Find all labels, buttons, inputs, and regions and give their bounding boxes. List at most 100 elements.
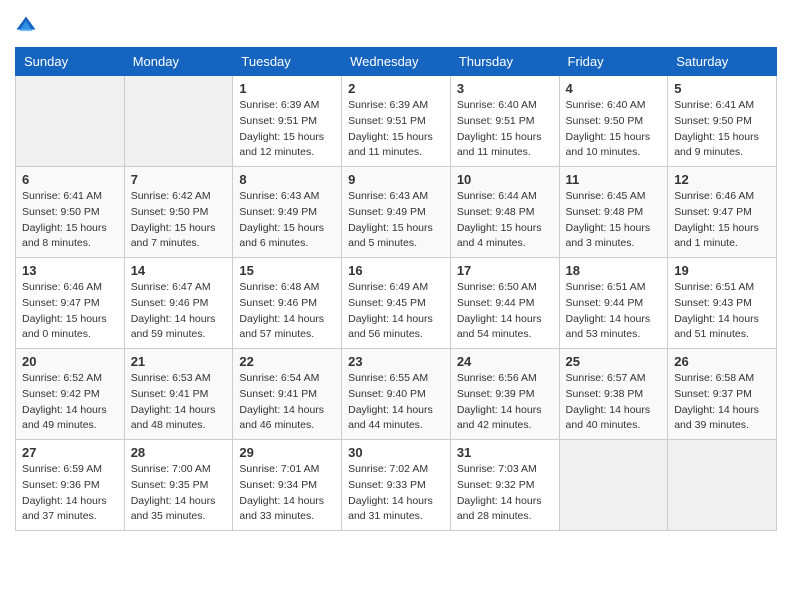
daylight-text: Daylight: 14 hours and 44 minutes. [348,403,444,435]
day-info: Sunrise: 6:56 AM Sunset: 9:39 PM Dayligh… [457,371,553,434]
daylight-text: Daylight: 15 hours and 6 minutes. [239,221,335,253]
day-info: Sunrise: 6:59 AM Sunset: 9:36 PM Dayligh… [22,462,118,525]
sunrise-text: Sunrise: 6:46 AM [22,280,118,296]
sunset-text: Sunset: 9:38 PM [566,387,662,403]
calendar-cell: 14 Sunrise: 6:47 AM Sunset: 9:46 PM Dayl… [124,258,233,349]
day-number: 22 [239,354,335,369]
daylight-text: Daylight: 14 hours and 57 minutes. [239,312,335,344]
calendar-cell: 19 Sunrise: 6:51 AM Sunset: 9:43 PM Dayl… [668,258,777,349]
calendar-cell: 18 Sunrise: 6:51 AM Sunset: 9:44 PM Dayl… [559,258,668,349]
weekday-header: Thursday [450,48,559,76]
day-number: 19 [674,263,770,278]
page-header [15,15,777,37]
logo [15,15,41,37]
sunset-text: Sunset: 9:45 PM [348,296,444,312]
day-number: 27 [22,445,118,460]
sunrise-text: Sunrise: 7:01 AM [239,462,335,478]
weekday-header: Wednesday [342,48,451,76]
sunrise-text: Sunrise: 6:44 AM [457,189,553,205]
sunrise-text: Sunrise: 6:52 AM [22,371,118,387]
day-number: 6 [22,172,118,187]
daylight-text: Daylight: 15 hours and 3 minutes. [566,221,662,253]
logo-icon [15,15,37,37]
day-info: Sunrise: 7:03 AM Sunset: 9:32 PM Dayligh… [457,462,553,525]
day-number: 28 [131,445,227,460]
calendar-cell [559,440,668,531]
daylight-text: Daylight: 15 hours and 9 minutes. [674,130,770,162]
calendar-cell [668,440,777,531]
day-info: Sunrise: 7:01 AM Sunset: 9:34 PM Dayligh… [239,462,335,525]
sunset-text: Sunset: 9:43 PM [674,296,770,312]
sunrise-text: Sunrise: 6:55 AM [348,371,444,387]
calendar-cell: 3 Sunrise: 6:40 AM Sunset: 9:51 PM Dayli… [450,76,559,167]
daylight-text: Daylight: 15 hours and 4 minutes. [457,221,553,253]
daylight-text: Daylight: 14 hours and 42 minutes. [457,403,553,435]
sunrise-text: Sunrise: 6:45 AM [566,189,662,205]
calendar-cell: 10 Sunrise: 6:44 AM Sunset: 9:48 PM Dayl… [450,167,559,258]
day-info: Sunrise: 6:51 AM Sunset: 9:43 PM Dayligh… [674,280,770,343]
daylight-text: Daylight: 15 hours and 12 minutes. [239,130,335,162]
calendar-cell: 2 Sunrise: 6:39 AM Sunset: 9:51 PM Dayli… [342,76,451,167]
day-info: Sunrise: 6:40 AM Sunset: 9:50 PM Dayligh… [566,98,662,161]
day-number: 3 [457,81,553,96]
sunrise-text: Sunrise: 6:41 AM [22,189,118,205]
daylight-text: Daylight: 14 hours and 48 minutes. [131,403,227,435]
day-number: 15 [239,263,335,278]
sunset-text: Sunset: 9:35 PM [131,478,227,494]
calendar-cell: 15 Sunrise: 6:48 AM Sunset: 9:46 PM Dayl… [233,258,342,349]
day-number: 30 [348,445,444,460]
day-info: Sunrise: 6:46 AM Sunset: 9:47 PM Dayligh… [22,280,118,343]
day-number: 2 [348,81,444,96]
sunrise-text: Sunrise: 6:40 AM [566,98,662,114]
sunrise-text: Sunrise: 6:54 AM [239,371,335,387]
day-info: Sunrise: 6:48 AM Sunset: 9:46 PM Dayligh… [239,280,335,343]
calendar-cell: 17 Sunrise: 6:50 AM Sunset: 9:44 PM Dayl… [450,258,559,349]
day-info: Sunrise: 6:41 AM Sunset: 9:50 PM Dayligh… [22,189,118,252]
sunset-text: Sunset: 9:49 PM [239,205,335,221]
daylight-text: Daylight: 14 hours and 51 minutes. [674,312,770,344]
daylight-text: Daylight: 15 hours and 7 minutes. [131,221,227,253]
sunset-text: Sunset: 9:47 PM [22,296,118,312]
calendar-cell: 11 Sunrise: 6:45 AM Sunset: 9:48 PM Dayl… [559,167,668,258]
sunrise-text: Sunrise: 6:47 AM [131,280,227,296]
day-info: Sunrise: 6:57 AM Sunset: 9:38 PM Dayligh… [566,371,662,434]
sunrise-text: Sunrise: 6:49 AM [348,280,444,296]
sunset-text: Sunset: 9:51 PM [239,114,335,130]
daylight-text: Daylight: 15 hours and 8 minutes. [22,221,118,253]
day-info: Sunrise: 6:41 AM Sunset: 9:50 PM Dayligh… [674,98,770,161]
day-info: Sunrise: 6:39 AM Sunset: 9:51 PM Dayligh… [239,98,335,161]
sunset-text: Sunset: 9:48 PM [566,205,662,221]
day-info: Sunrise: 6:45 AM Sunset: 9:48 PM Dayligh… [566,189,662,252]
daylight-text: Daylight: 14 hours and 54 minutes. [457,312,553,344]
sunrise-text: Sunrise: 6:39 AM [239,98,335,114]
day-info: Sunrise: 6:44 AM Sunset: 9:48 PM Dayligh… [457,189,553,252]
daylight-text: Daylight: 14 hours and 39 minutes. [674,403,770,435]
day-number: 16 [348,263,444,278]
calendar-week-row: 1 Sunrise: 6:39 AM Sunset: 9:51 PM Dayli… [16,76,777,167]
calendar-cell [124,76,233,167]
day-number: 21 [131,354,227,369]
calendar-cell: 25 Sunrise: 6:57 AM Sunset: 9:38 PM Dayl… [559,349,668,440]
daylight-text: Daylight: 14 hours and 56 minutes. [348,312,444,344]
calendar-cell [16,76,125,167]
daylight-text: Daylight: 14 hours and 49 minutes. [22,403,118,435]
daylight-text: Daylight: 14 hours and 37 minutes. [22,494,118,526]
weekday-header: Tuesday [233,48,342,76]
calendar-cell: 30 Sunrise: 7:02 AM Sunset: 9:33 PM Dayl… [342,440,451,531]
daylight-text: Daylight: 15 hours and 0 minutes. [22,312,118,344]
daylight-text: Daylight: 15 hours and 11 minutes. [457,130,553,162]
sunset-text: Sunset: 9:51 PM [457,114,553,130]
daylight-text: Daylight: 15 hours and 1 minute. [674,221,770,253]
day-info: Sunrise: 6:43 AM Sunset: 9:49 PM Dayligh… [239,189,335,252]
calendar-week-row: 27 Sunrise: 6:59 AM Sunset: 9:36 PM Dayl… [16,440,777,531]
daylight-text: Daylight: 14 hours and 46 minutes. [239,403,335,435]
day-number: 20 [22,354,118,369]
sunrise-text: Sunrise: 6:57 AM [566,371,662,387]
daylight-text: Daylight: 15 hours and 5 minutes. [348,221,444,253]
day-number: 26 [674,354,770,369]
sunset-text: Sunset: 9:32 PM [457,478,553,494]
sunrise-text: Sunrise: 7:02 AM [348,462,444,478]
sunrise-text: Sunrise: 7:03 AM [457,462,553,478]
calendar-week-row: 20 Sunrise: 6:52 AM Sunset: 9:42 PM Dayl… [16,349,777,440]
day-info: Sunrise: 6:51 AM Sunset: 9:44 PM Dayligh… [566,280,662,343]
